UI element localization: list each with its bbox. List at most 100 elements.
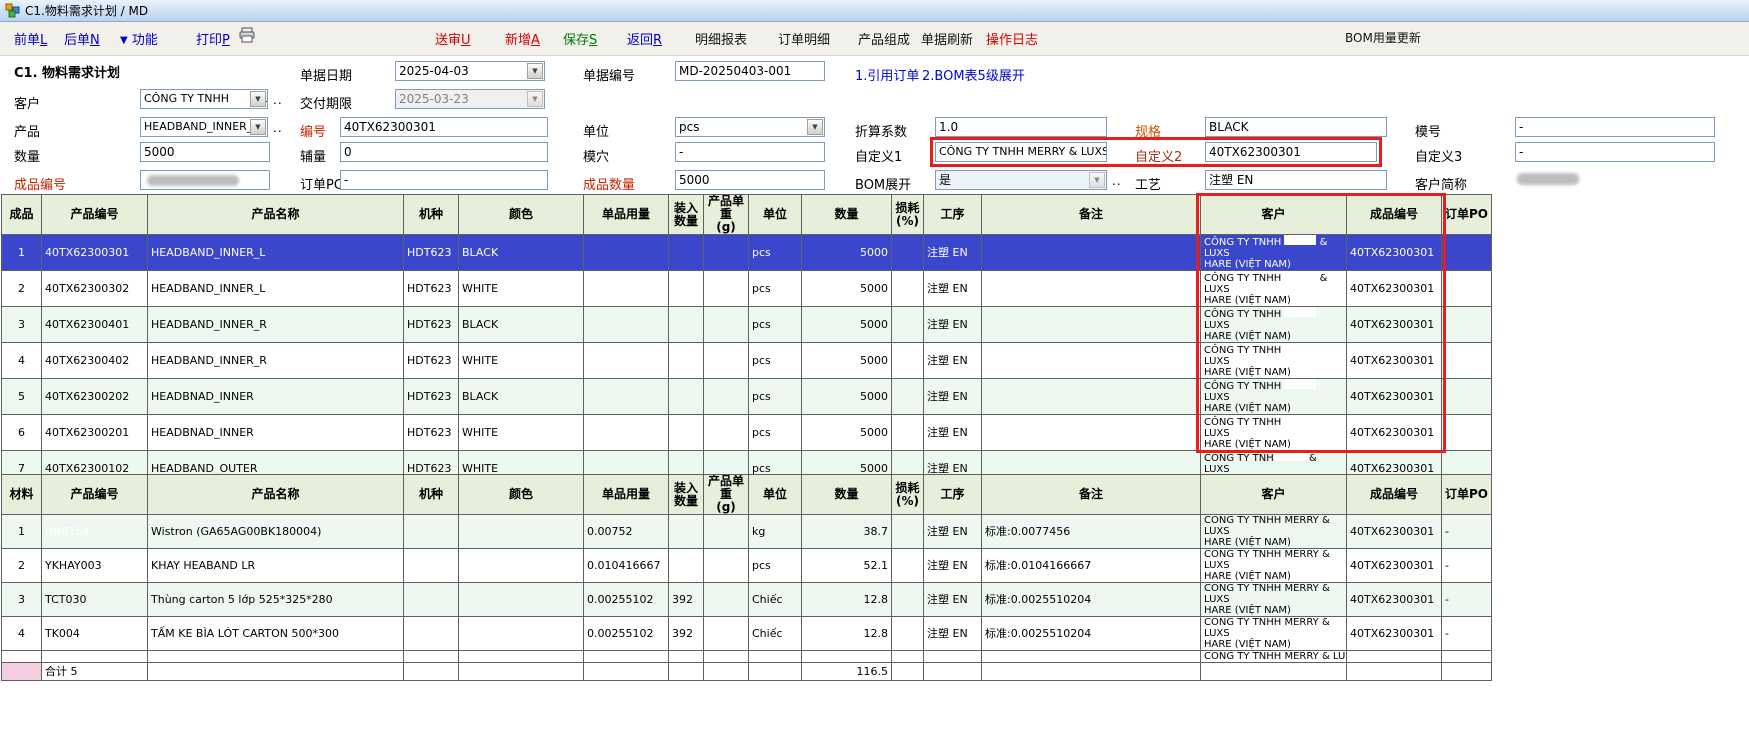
grid-cell[interactable]: CÔNG TY TNHH & LUXSHARE (VIỆT NAM) [1201,271,1347,307]
grid-cell[interactable] [669,651,704,663]
grid-cell[interactable]: 40TX62300301 [1347,415,1442,451]
row-number-cell[interactable]: 2 [2,549,42,583]
chevron-down-icon[interactable]: ▼ [1089,172,1105,188]
grid-cell[interactable]: 标准:0.0025510204 [982,617,1201,651]
grid-row[interactable]: 240TX62300302HEADBAND_INNER_LHDT623WHITE… [2,271,1492,307]
grid-cell[interactable]: 392 [669,583,704,617]
chevron-down-icon[interactable]: ▼ [250,91,266,107]
grid-row-clipped[interactable]: CÔNG TY TNHH MERRY & LUXS [2,651,1492,663]
grid-cell[interactable] [892,515,924,549]
grid-cell[interactable] [669,235,704,271]
grid-cell[interactable] [892,583,924,617]
grid-cell[interactable]: pcs [749,235,802,271]
grid-cell[interactable]: 40TX62300301 [1347,307,1442,343]
grid-cell[interactable]: CÔNG TY TNHH LUXSHARE (VIỆT NAM) [1201,415,1347,451]
grid-cell[interactable] [982,235,1201,271]
grid-cell[interactable] [584,379,669,415]
grid-cell[interactable]: 0.00255102 [584,617,669,651]
grid-cell[interactable] [404,515,459,549]
order-po-input[interactable]: - [340,170,548,190]
grid-cell[interactable]: - [1442,515,1492,549]
grid-cell[interactable] [1442,343,1492,379]
grid-cell[interactable]: 注塑 EN [924,415,982,451]
grid-cell[interactable] [1442,271,1492,307]
grid-cell[interactable]: pcs [749,271,802,307]
grid-cell[interactable] [404,617,459,651]
grid-row[interactable]: 140TX62300301HEADBAND_INNER_LHDT623BLACK… [2,235,1492,271]
grid-cell[interactable]: CÔNG TY TNHH MERRY & LUXSHARE (VIỆT NAM) [1201,549,1347,583]
grid-cell[interactable] [459,617,584,651]
grid-cell[interactable] [584,343,669,379]
grid-cell[interactable]: 40TX62300301 [1347,515,1442,549]
save-button[interactable]: 保存S [563,29,597,48]
grid-cell[interactable]: CÔNG TY TNHH & LUXSHARE (VIỆT NAM) [1201,235,1347,271]
grid-cell[interactable] [584,651,669,663]
grid-cell[interactable]: BLACK [459,307,584,343]
print-button[interactable]: 打印P [196,29,230,48]
grid-cell[interactable]: 标准:0.0104166667 [982,549,1201,583]
grid-cell[interactable]: - [1442,583,1492,617]
grid-cell[interactable]: 5000 [802,379,892,415]
grid-cell[interactable]: 38.7 [802,515,892,549]
product-combo[interactable]: HEADBAND_INNER_L▼ [140,117,268,137]
grid-cell[interactable] [704,515,749,549]
grid-cell[interactable]: pcs [749,379,802,415]
grid-cell[interactable]: 40TX62300301 [1347,379,1442,415]
grid-cell[interactable] [1347,651,1442,663]
process-input[interactable]: 注塑 EN [1205,170,1387,190]
grid-cell[interactable] [892,549,924,583]
grid-cell[interactable]: CÔNG TY TNHH MERRY & LUXSHARE (VIỆT NAM) [1201,583,1347,617]
grid-cell[interactable]: 40TX62300301 [1347,343,1442,379]
grid-cell[interactable] [584,307,669,343]
row-number-cell[interactable]: 5 [2,379,42,415]
grid-cell[interactable]: CÔNG TY TNHH MERRY & LUXSHARE (VIỆT NAM) [1201,617,1347,651]
grid-cell[interactable]: HDT623 [404,307,459,343]
grid-cell[interactable] [459,549,584,583]
grid-cell[interactable]: HDT623 [404,271,459,307]
grid-cell[interactable]: BLACK [459,235,584,271]
calendar-dropdown-icon[interactable]: ▼ [527,63,543,79]
grid-cell[interactable]: HEADBAND_INNER_R [148,307,404,343]
row-number-cell[interactable]: 3 [2,307,42,343]
grid-row[interactable]: 3TCT030Thùng carton 5 lớp 525*325*2800.0… [2,583,1492,617]
grid-cell[interactable] [669,343,704,379]
grid-cell[interactable] [1442,379,1492,415]
row-number-cell[interactable]: 4 [2,617,42,651]
qty-input[interactable]: 5000 [140,142,270,162]
spec-input[interactable]: BLACK [1205,117,1387,137]
grid-cell[interactable]: 注塑 EN [924,307,982,343]
row-number-cell[interactable]: 2 [2,271,42,307]
grid-cell[interactable]: 5000 [802,415,892,451]
grid-row[interactable]: 1HN0154Wistron (GA65AG00BK180004)0.00752… [2,515,1492,549]
grid-cell[interactable] [704,617,749,651]
grid-cell[interactable]: 注塑 EN [924,271,982,307]
grid-cell[interactable]: 40TX62300301 [1347,617,1442,651]
grid-cell[interactable]: TCT030 [42,583,148,617]
grid-cell[interactable]: HN0154 [42,515,148,549]
grid-cell[interactable]: 40TX62300301 [1347,271,1442,307]
grid-row[interactable]: 340TX62300401HEADBAND_INNER_RHDT623BLACK… [2,307,1492,343]
return-button[interactable]: 返回R [627,29,662,48]
grid-cell[interactable]: 5000 [802,307,892,343]
grid-cell[interactable] [704,235,749,271]
grid-cell[interactable]: KHAY HEABAND LR [148,549,404,583]
bom-expand-link[interactable]: 2.BOM表5级展开 [922,65,1025,84]
grid-cell[interactable]: 12.8 [802,583,892,617]
grid-cell[interactable]: 注塑 EN [924,515,982,549]
grid-cell[interactable] [1442,651,1492,663]
grid-cell[interactable]: BLACK [459,379,584,415]
mold-no-input[interactable]: - [1515,117,1715,137]
grid-cell[interactable]: 12.8 [802,617,892,651]
bom-expand-combo[interactable]: 是▼ [935,170,1107,190]
grid-cell[interactable]: Thùng carton 5 lớp 525*325*280 [148,583,404,617]
grid-cell[interactable] [42,651,148,663]
printer-icon-button[interactable] [238,27,256,47]
grid-cell[interactable]: 标准:0.0025510204 [982,583,1201,617]
grid-cell[interactable] [1442,235,1492,271]
grid-cell[interactable] [404,549,459,583]
bom-browse-button[interactable]: .. [1112,174,1122,188]
grid-cell[interactable] [669,379,704,415]
grid-row[interactable]: 440TX62300402HEADBAND_INNER_RHDT623WHITE… [2,343,1492,379]
grid-cell[interactable]: 392 [669,617,704,651]
product-composition-button[interactable]: 产品组成 [858,29,910,48]
